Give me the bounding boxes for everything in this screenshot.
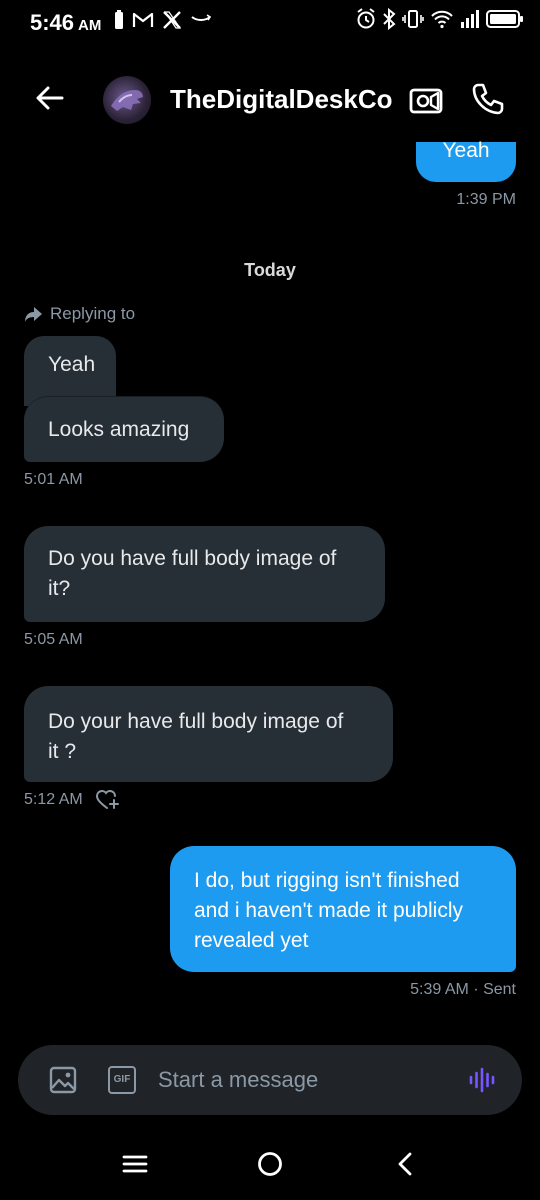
gmail-icon xyxy=(132,12,154,27)
back-arrow-icon[interactable] xyxy=(34,82,66,114)
date-divider: Today xyxy=(244,260,296,280)
home-icon[interactable] xyxy=(256,1150,284,1178)
message-input[interactable]: Start a message xyxy=(158,1067,318,1093)
image-icon[interactable] xyxy=(49,1066,77,1094)
signal-icon xyxy=(461,10,479,28)
message-timestamp: 1:39 PM xyxy=(456,191,516,208)
recent-apps-icon[interactable] xyxy=(121,1150,149,1178)
vibrate-icon xyxy=(402,10,424,28)
message-text-line: it? xyxy=(48,577,71,600)
message-bubble-incoming[interactable]: Looks amazing xyxy=(24,396,224,462)
nav-back-icon[interactable] xyxy=(392,1150,420,1178)
avatar[interactable] xyxy=(103,76,151,124)
message-text-line: Do your have full body image of xyxy=(48,710,344,733)
message-timestamp: 5:05 AM xyxy=(24,631,83,648)
wifi-icon xyxy=(431,10,453,29)
amazon-icon xyxy=(191,14,212,21)
contact-name[interactable]: TheDigitalDeskCo xyxy=(170,84,393,115)
status-ampm: AM xyxy=(78,17,102,34)
x-icon xyxy=(163,11,182,29)
status-icons-right xyxy=(356,8,524,30)
message-timestamp: 5:01 AM xyxy=(24,471,83,488)
status-time-value: 5:46 xyxy=(30,10,75,35)
message-bubble-incoming[interactable]: Do you have full body image of it? xyxy=(24,526,385,622)
avatar-image xyxy=(111,90,143,111)
battery-icon xyxy=(486,10,523,28)
message-timestamp: 5:12 AM xyxy=(24,791,83,808)
message-text-line: and i haven't made it publicly xyxy=(194,899,464,922)
reply-label: Replying to xyxy=(50,304,136,323)
status-icons-left xyxy=(114,10,212,30)
message-bubble-incoming[interactable]: Do your have full body image of it ? xyxy=(24,686,393,782)
message-text-line: I do, but rigging isn't finished xyxy=(194,869,460,892)
message-bubble-outgoing[interactable]: I do, but rigging isn't finished and i h… xyxy=(170,846,516,972)
reply-arrow-icon xyxy=(25,307,42,322)
message-bubble-outgoing[interactable]: Yeah xyxy=(416,139,516,182)
alarm-icon xyxy=(357,8,375,29)
message-text: Looks amazing xyxy=(48,418,190,441)
gif-label: GIF xyxy=(113,1074,131,1085)
message-text-line: Do you have full body image of xyxy=(48,547,337,570)
reply-indicator: Replying to xyxy=(24,304,135,324)
voice-message-icon[interactable] xyxy=(468,1066,498,1094)
battery-saver-icon xyxy=(115,10,123,29)
video-call-icon[interactable] xyxy=(408,82,444,118)
message-text-line: revealed yet xyxy=(194,929,309,952)
message-timestamp: 5:39 AM · Sent xyxy=(410,981,516,998)
quoted-text: Yeah xyxy=(48,353,96,376)
react-heart-icon[interactable] xyxy=(95,789,121,811)
bluetooth-icon xyxy=(383,8,396,30)
gif-button[interactable]: GIF xyxy=(108,1066,136,1094)
message-text: Yeah xyxy=(442,139,490,162)
phone-icon[interactable] xyxy=(470,82,504,116)
message-text-line: it ? xyxy=(48,740,77,763)
status-time: 5:46 AM xyxy=(30,10,101,36)
